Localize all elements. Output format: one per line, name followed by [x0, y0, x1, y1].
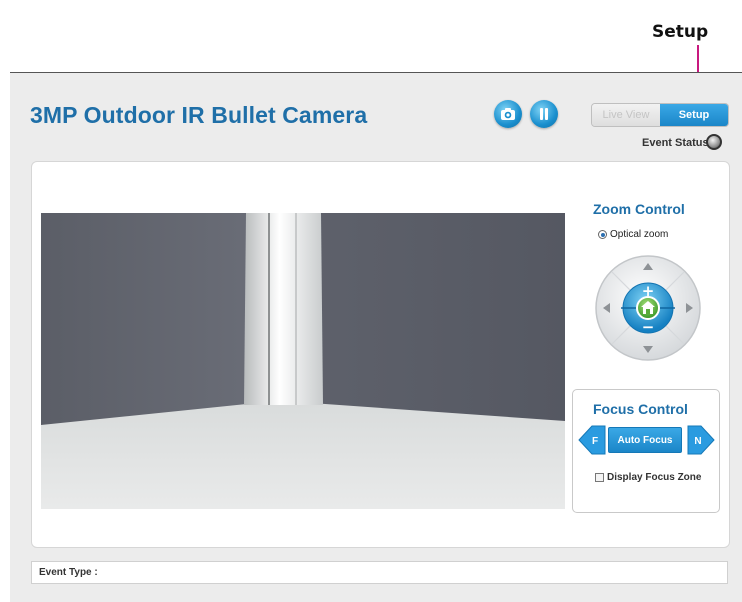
- camera-icon: [501, 108, 515, 120]
- event-type-bar: Event Type :: [31, 561, 728, 584]
- display-focus-zone-option[interactable]: Display Focus Zone: [595, 472, 701, 483]
- zoom-out-icon: −: [642, 318, 655, 336]
- auto-focus-button[interactable]: Auto Focus: [608, 427, 682, 453]
- display-focus-zone-label: Display Focus Zone: [607, 472, 702, 483]
- tab-setup[interactable]: Setup: [660, 104, 728, 126]
- view-tabs: Live View Setup: [592, 104, 728, 126]
- focus-far-button[interactable]: N: [687, 425, 715, 455]
- event-status-label: Event Status :: [642, 137, 716, 149]
- event-type-label: Event Type :: [39, 567, 98, 578]
- tab-live-view[interactable]: Live View: [592, 104, 660, 126]
- ptz-direction-pad[interactable]: + −: [594, 254, 702, 362]
- snapshot-button[interactable]: [494, 100, 522, 128]
- page-title: 3MP Outdoor IR Bullet Camera: [30, 102, 368, 128]
- focus-near-button[interactable]: F: [578, 425, 606, 455]
- pause-button[interactable]: [530, 100, 558, 128]
- optical-zoom-option[interactable]: Optical zoom: [598, 229, 668, 240]
- pause-icon: [540, 108, 548, 120]
- optical-zoom-label: Optical zoom: [610, 229, 669, 240]
- svg-text:F: F: [592, 436, 598, 447]
- display-focus-zone-checkbox[interactable]: [595, 473, 604, 482]
- svg-text:N: N: [694, 436, 701, 447]
- setup-callout-label: Setup: [652, 22, 709, 42]
- optical-zoom-radio[interactable]: [598, 230, 607, 239]
- zoom-control-title: Zoom Control: [593, 201, 685, 217]
- focus-control-title: Focus Control: [593, 401, 688, 417]
- event-status-indicator-icon: [706, 134, 722, 150]
- live-video-feed[interactable]: [41, 213, 565, 509]
